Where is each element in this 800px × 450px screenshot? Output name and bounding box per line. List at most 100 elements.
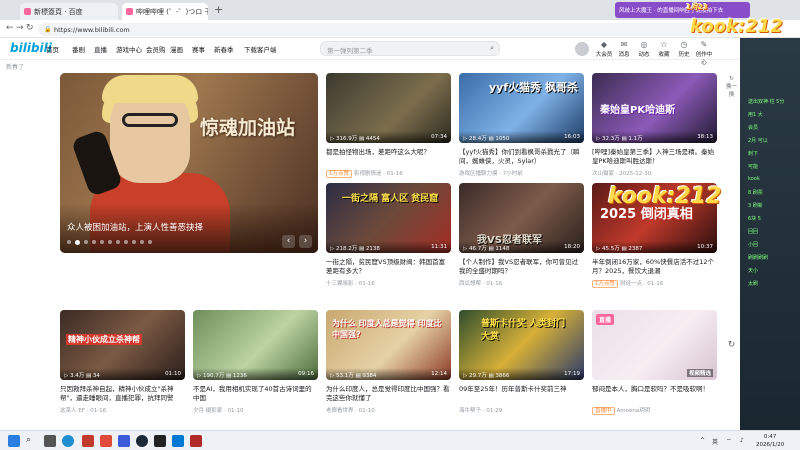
avatar[interactable] bbox=[575, 42, 589, 56]
video-title[interactable]: 【个人制作】我VS忍者联军，你可曾见过我的全盛时期吗？ bbox=[459, 258, 584, 276]
video-thumbnail[interactable]: yyf火猫秀 枫哥杀 ▷ 28.4万 ▤ 1050 16:03 bbox=[459, 73, 584, 143]
carousel-caption[interactable]: 众人被困加油站，上演人性善恶抉择 bbox=[67, 221, 203, 233]
nav-anime[interactable]: 番剧 bbox=[72, 44, 85, 54]
scroll-refresh-button[interactable]: ↻ bbox=[725, 340, 738, 350]
app-icon-media[interactable] bbox=[100, 435, 112, 447]
search-input[interactable]: 第一弹列第二季 ⌕ bbox=[320, 41, 500, 56]
messages-button[interactable]: ✉ 消息 bbox=[614, 40, 634, 58]
tray-input-method[interactable]: 英 bbox=[712, 437, 718, 446]
tray-network-icon[interactable]: ⌔ bbox=[726, 437, 732, 445]
video-card[interactable]: yyf火猫秀 枫哥杀 ▷ 28.4万 ▤ 1050 16:03 【yyf火猫秀】你们到… bbox=[459, 73, 584, 177]
carousel-dot[interactable] bbox=[92, 240, 96, 244]
video-card[interactable]: 精神小伙成立杀神帮 ▷ 3.4万 ▤ 34 01:10 只因救拜杀神自起，精神小伙成立… bbox=[60, 310, 185, 414]
video-card[interactable]: ▷ 190.7万 ▤ 1236 09:16 不是AI，我用相机实现了40首古诗词里的… bbox=[193, 310, 318, 414]
video-meta[interactable]: 1万点赞 影视剧情迷 · 01-16 bbox=[326, 169, 451, 178]
app-icon-terminal[interactable] bbox=[172, 435, 184, 447]
carousel-dot[interactable] bbox=[75, 240, 80, 245]
nav-esports[interactable]: 赛事 bbox=[192, 44, 205, 54]
carousel-dot[interactable] bbox=[124, 240, 128, 244]
favorites-button[interactable]: ☆ 收藏 bbox=[654, 40, 674, 58]
video-thumbnail[interactable]: 我VS忍者联军▷ 46.7万 ▤ 114818:20 bbox=[459, 183, 584, 253]
video-meta[interactable]: 西瓜想帮 · 01-16 bbox=[459, 279, 584, 287]
video-card[interactable]: 一街之隔 富人区 贫民窟 ▷ 218.2万 ▤ 2138 11:31 一街之隔，贫民窟… bbox=[326, 183, 451, 287]
video-thumbnail[interactable]: 普斯卡什奖 人类封门大赏 ▷ 29.7万 ▤ 3866 17:19 bbox=[459, 310, 584, 380]
video-card[interactable]: 普斯卡什奖 人类封门大赏 ▷ 29.7万 ▤ 3866 17:19 09年至25年！历… bbox=[459, 310, 584, 414]
video-card[interactable]: 为什么 印度人总是觉得 印度比中国强? ▷ 53.1万 ▤ 9384 12:14 为什… bbox=[326, 310, 451, 414]
video-meta[interactable]: 这菜人 EF · 01-16 bbox=[60, 406, 185, 414]
tab-baidu[interactable]: 新標簽頁 · 百度 bbox=[20, 3, 118, 20]
video-title[interactable]: 都是拍怪物出场，差距咋这么大呢？ bbox=[326, 148, 451, 166]
back-icon[interactable]: ← bbox=[6, 23, 14, 33]
video-thumbnail[interactable]: 秦始皇PK哈迪斯 ▷ 32.3万 ▤ 1.1万 38:13 bbox=[592, 73, 717, 143]
video-card[interactable]: 直播 视频精选郁闷是本人，胸口是软吗？不是吸软啊！ 直播中 Amoena玥玥 bbox=[592, 310, 717, 415]
system-clock[interactable]: 0:47 2026/1/20 bbox=[756, 433, 784, 449]
video-title[interactable]: 【yyf火猫秀】你们到看枫哥杀戮光了（瞬间，蜘蛛侠，火灵，Sylar） bbox=[459, 148, 584, 166]
nav-manga[interactable]: 漫画 bbox=[170, 44, 183, 54]
nav-game-center[interactable]: 游戏中心 bbox=[116, 44, 142, 54]
carousel-dot[interactable] bbox=[108, 240, 112, 244]
video-meta[interactable]: 直播中 Amoena玥玥 bbox=[592, 406, 717, 415]
forward-icon[interactable]: → bbox=[16, 23, 24, 33]
carousel-dot[interactable] bbox=[84, 240, 88, 244]
app-icon-game[interactable] bbox=[190, 435, 202, 447]
carousel-dot[interactable] bbox=[116, 240, 120, 244]
video-meta[interactable]: 老眼看世界 · 01-10 bbox=[326, 406, 451, 414]
hero-carousel[interactable]: 惊魂加油站 众人被困加油站，上演人性善恶抉择 ‹ › bbox=[60, 73, 318, 253]
video-card[interactable]: 我VS忍者联军▷ 46.7万 ▤ 114818:20 【个人制作】我VS忍者联军，… bbox=[459, 183, 584, 287]
edge-browser-icon[interactable] bbox=[62, 435, 74, 447]
dynamics-button[interactable]: ◎ 动态 bbox=[634, 40, 654, 58]
video-meta[interactable]: 夕月·摄影家 · 01-10 bbox=[193, 406, 318, 414]
new-tab-icon[interactable]: + bbox=[214, 3, 223, 16]
video-card[interactable]: 秦始皇PK哈迪斯 ▷ 32.3万 ▤ 1.1万 38:13 [哔哩]秦始皇第三季】入神… bbox=[592, 73, 717, 177]
app-icon-blue[interactable] bbox=[118, 435, 130, 447]
nav-mall[interactable]: 会员购 bbox=[146, 44, 166, 54]
nav-download-client[interactable]: 下载客户端 bbox=[244, 44, 277, 54]
video-thumbnail[interactable]: ▷ 190.7万 ▤ 1236 09:16 bbox=[193, 310, 318, 380]
video-meta[interactable]: 1万点赞 财经一点 · 01-16 bbox=[592, 279, 717, 288]
carousel-prev-button[interactable]: ‹ bbox=[282, 235, 295, 248]
video-meta[interactable]: 海牛帮子 · 01-29 bbox=[459, 406, 584, 414]
history-button[interactable]: ◷ 历史 bbox=[674, 40, 694, 58]
video-meta[interactable]: 游戏区播聊力摸 · 7小时前 bbox=[459, 169, 584, 177]
video-title[interactable]: 09年至25年！历年普斯卡什奖前三神 bbox=[459, 385, 584, 403]
video-title[interactable]: 半年倒闭16万家，60%快餐店活不过12个月？2025，餐饮大退潮 bbox=[592, 258, 717, 276]
tray-up-icon[interactable]: ^ bbox=[700, 437, 705, 444]
carousel-dot[interactable] bbox=[132, 240, 136, 244]
tab-bilibili[interactable]: 哔哩哔哩 (゜-゜)つロ 干杯~-bilibili bbox=[122, 3, 208, 20]
carousel-next-button[interactable]: › bbox=[299, 235, 312, 248]
nav-home[interactable]: 首页 bbox=[46, 44, 59, 54]
tray-volume-icon[interactable]: ♪ bbox=[740, 437, 744, 444]
carousel-dot[interactable] bbox=[148, 240, 152, 244]
app-icon-red[interactable] bbox=[82, 435, 94, 447]
video-title[interactable]: 郁闷是本人，胸口是软吗？不是吸软啊！ bbox=[592, 385, 717, 403]
task-view-icon[interactable] bbox=[44, 435, 56, 447]
video-card[interactable]: ▷ 316.9万 ▤ 4454 07:34 都是拍怪物出场，差距咋这么大呢？ 1万点赞… bbox=[326, 73, 451, 178]
video-thumbnail[interactable]: ▷ 316.9万 ▤ 4454 07:34 bbox=[326, 73, 451, 143]
video-thumbnail[interactable]: 精神小伙成立杀神帮 ▷ 3.4万 ▤ 34 01:10 bbox=[60, 310, 185, 380]
video-meta[interactable]: 次山猫家 · 2025-12-30 bbox=[592, 169, 717, 177]
video-thumbnail[interactable]: 一街之隔 富人区 贫民窟 ▷ 218.2万 ▤ 2138 11:31 bbox=[326, 183, 451, 253]
video-title[interactable]: 不是AI，我用相机实现了40首古诗词里的中国 bbox=[193, 385, 318, 403]
carousel-dot[interactable] bbox=[100, 240, 104, 244]
video-title[interactable]: 为什么印度人，总是觉得印度比中国强？看完这些你就懂了 bbox=[326, 385, 451, 403]
search-taskbar-icon[interactable]: ⌕ bbox=[26, 435, 38, 447]
video-title[interactable]: 一街之隔，贫民窟VS顶级财阀：韩国首富差距有多大？ bbox=[326, 258, 451, 276]
refresh-circle-icon: ↻ bbox=[727, 340, 736, 350]
refresh-icon[interactable]: ↻ bbox=[26, 23, 34, 33]
app-icon-dark[interactable] bbox=[154, 435, 166, 447]
refresh-feed-button[interactable]: ↻ 换一换 bbox=[725, 76, 738, 98]
video-title[interactable]: 只因救拜杀神自起，精神小伙成立"杀神帮"，逼走睡眼间，直播犯罪，抗拜同警 bbox=[60, 385, 185, 403]
steam-icon[interactable] bbox=[136, 435, 148, 447]
search-icon[interactable]: ⌕ bbox=[490, 44, 494, 53]
nav-live[interactable]: 直播 bbox=[94, 44, 107, 54]
video-thumbnail[interactable]: 直播 视频精选 bbox=[592, 310, 717, 380]
video-title[interactable]: [哔哩]秦始皇第三季】入神三场是精。秦始皇PK哈迪斯叫胜达斯！ bbox=[592, 148, 717, 166]
carousel-dot[interactable] bbox=[67, 240, 71, 244]
vip-button[interactable]: ◆ 大会员 bbox=[594, 40, 614, 58]
url-field[interactable]: 🔒 https://www.bilibili.com bbox=[38, 23, 738, 36]
nav-spring[interactable]: 新春季 bbox=[214, 44, 234, 54]
video-meta[interactable]: 十三翼晓影 · 01-16 bbox=[326, 279, 451, 287]
video-thumbnail[interactable]: 为什么 印度人总是觉得 印度比中国强? ▷ 53.1万 ▤ 9384 12:14 bbox=[326, 310, 451, 380]
windows-start-icon[interactable] bbox=[8, 435, 20, 447]
carousel-dot[interactable] bbox=[140, 240, 144, 244]
